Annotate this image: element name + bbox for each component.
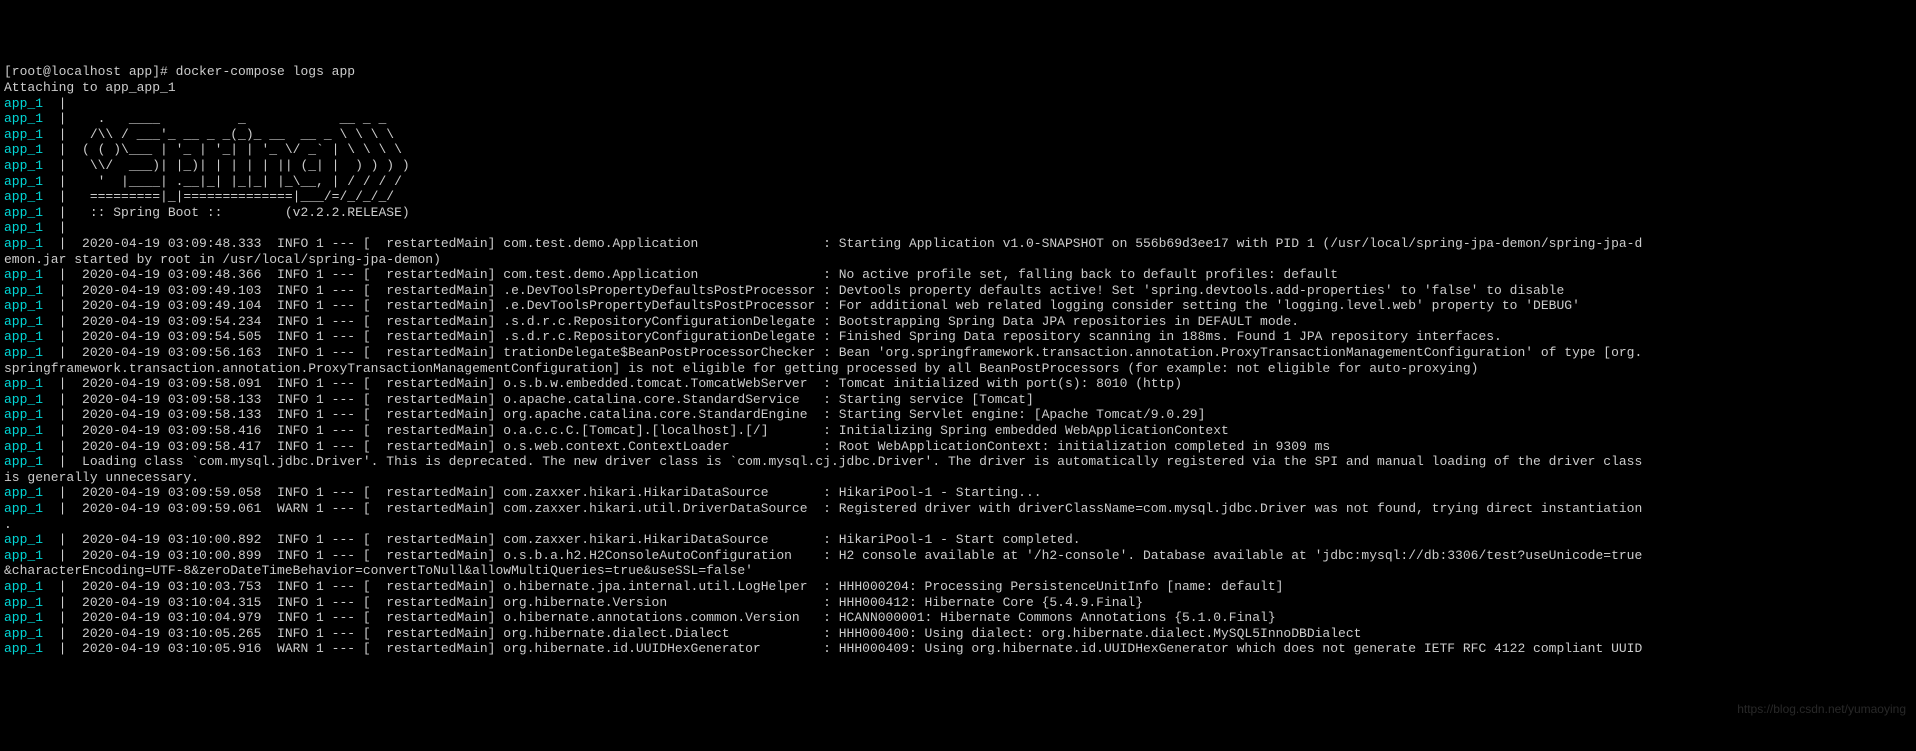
log-line: app_1 | 2020-04-19 03:10:05.265 INFO 1 -… [4, 626, 1912, 642]
log-line: app_1 | [4, 220, 1912, 236]
log-line: app_1 | :: Spring Boot :: (v2.2.2.RELEAS… [4, 205, 1912, 221]
log-line-wrap: springframework.transaction.annotation.P… [4, 361, 1912, 377]
log-line: app_1 | 2020-04-19 03:09:49.104 INFO 1 -… [4, 298, 1912, 314]
log-line: app_1 | 2020-04-19 03:09:56.163 INFO 1 -… [4, 345, 1912, 361]
log-line: app_1 | 2020-04-19 03:09:54.234 INFO 1 -… [4, 314, 1912, 330]
log-line: app_1 | 2020-04-19 03:09:59.061 WARN 1 -… [4, 501, 1912, 517]
log-line-wrap: &characterEncoding=UTF-8&zeroDateTimeBeh… [4, 563, 1912, 579]
log-line: app_1 | 2020-04-19 03:09:58.417 INFO 1 -… [4, 439, 1912, 455]
shell-prompt[interactable]: [root@localhost app]# docker-compose log… [4, 64, 1912, 80]
log-line: app_1 | \\/ ___)| |_)| | | | | || (_| | … [4, 158, 1912, 174]
log-line: app_1 | 2020-04-19 03:09:49.103 INFO 1 -… [4, 283, 1912, 299]
log-line: app_1 | 2020-04-19 03:09:48.366 INFO 1 -… [4, 267, 1912, 283]
log-line: app_1 | 2020-04-19 03:09:48.333 INFO 1 -… [4, 236, 1912, 252]
log-line: app_1 | [4, 96, 1912, 112]
log-line: app_1 | 2020-04-19 03:10:04.979 INFO 1 -… [4, 610, 1912, 626]
log-line: app_1 | Loading class `com.mysql.jdbc.Dr… [4, 454, 1912, 470]
terminal-output: [root@localhost app]# docker-compose log… [4, 64, 1912, 657]
log-line: app_1 | 2020-04-19 03:10:05.916 WARN 1 -… [4, 641, 1912, 657]
log-line-wrap: emon.jar started by root in /usr/local/s… [4, 252, 1912, 268]
log-line: app_1 | 2020-04-19 03:09:58.416 INFO 1 -… [4, 423, 1912, 439]
log-line: app_1 | 2020-04-19 03:09:58.133 INFO 1 -… [4, 392, 1912, 408]
log-line: app_1 | 2020-04-19 03:09:58.091 INFO 1 -… [4, 376, 1912, 392]
log-line: app_1 | ' |____| .__|_| |_|_| |_\__, | /… [4, 174, 1912, 190]
log-line: app_1 | ( ( )\___ | '_ | '_| | '_ \/ _` … [4, 142, 1912, 158]
log-line: app_1 | 2020-04-19 03:09:58.133 INFO 1 -… [4, 407, 1912, 423]
log-line: app_1 | . ____ _ __ _ _ [4, 111, 1912, 127]
log-line-wrap: is generally unnecessary. [4, 470, 1912, 486]
watermark: https://blog.csdn.net/yumaoying [1737, 702, 1906, 718]
log-line: app_1 | 2020-04-19 03:10:00.892 INFO 1 -… [4, 532, 1912, 548]
log-line: app_1 | 2020-04-19 03:10:00.899 INFO 1 -… [4, 548, 1912, 564]
log-line: app_1 | 2020-04-19 03:09:59.058 INFO 1 -… [4, 485, 1912, 501]
log-line: app_1 | 2020-04-19 03:10:04.315 INFO 1 -… [4, 595, 1912, 611]
log-line: app_1 | /\\ / ___'_ __ _ _(_)_ __ __ _ \… [4, 127, 1912, 143]
log-line: app_1 | 2020-04-19 03:09:54.505 INFO 1 -… [4, 329, 1912, 345]
log-line: app_1 | 2020-04-19 03:10:03.753 INFO 1 -… [4, 579, 1912, 595]
attach-line: Attaching to app_app_1 [4, 80, 1912, 96]
log-line: app_1 | =========|_|==============|___/=… [4, 189, 1912, 205]
log-line-wrap: . [4, 517, 1912, 533]
